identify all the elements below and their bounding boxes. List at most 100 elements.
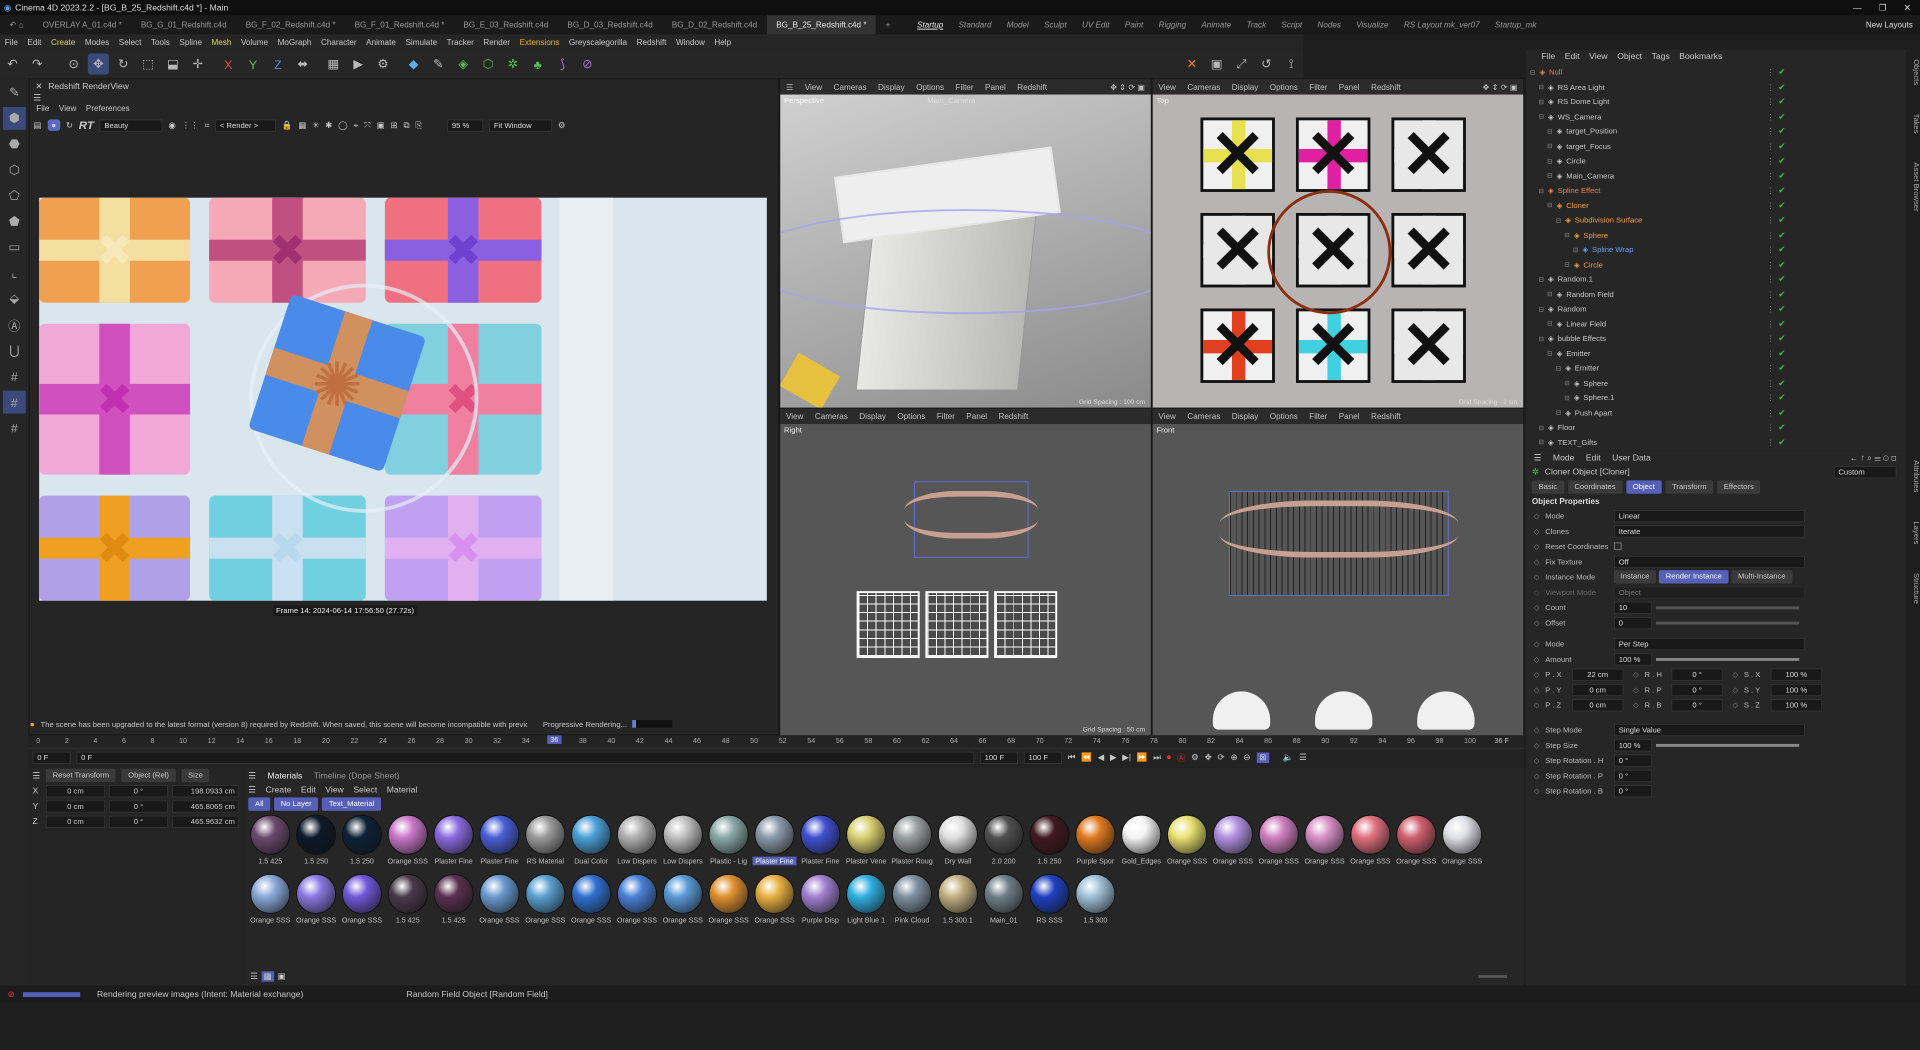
keyframe-settings-icon[interactable]: ⚙ (1191, 752, 1199, 763)
doc-tab[interactable]: BG_D_02_Redshift.c4d (662, 15, 766, 34)
visibility-toggle[interactable]: ⋮ (1767, 305, 1775, 314)
material-swatch[interactable]: Dual Color (569, 814, 613, 872)
layout-tab[interactable]: Startup_mk (1487, 15, 1544, 34)
viewport-menu-item[interactable]: Filter (1304, 79, 1334, 94)
enabled-check-icon[interactable]: ✔ (1778, 111, 1785, 122)
layout-tab[interactable]: Track (1239, 15, 1274, 34)
expand-icon[interactable]: ⊟ (1539, 335, 1545, 343)
menu-item[interactable]: Window (671, 34, 709, 49)
viewport-menu-item[interactable]: Panel (961, 409, 993, 424)
compare-icon[interactable]: ⧉ (403, 120, 409, 131)
expand-icon[interactable]: ⊟ (1539, 305, 1545, 313)
polygons-mode-icon[interactable]: ⬟ (3, 210, 26, 233)
layout-tab[interactable]: Script (1274, 15, 1310, 34)
coords-menu-icon[interactable]: ☰ (32, 770, 40, 781)
transform-field[interactable]: 100 % (1770, 683, 1823, 696)
preset-dropdown[interactable]: Custom (1833, 465, 1897, 478)
attr-tab[interactable]: Effectors (1717, 480, 1761, 494)
coord-size-dropdown[interactable]: Size (181, 768, 210, 783)
expand-icon[interactable]: ⊟ (1564, 394, 1570, 402)
coord-rotation-field[interactable]: 0 ° (108, 799, 169, 813)
doc-tab[interactable]: OVERLAY A_01.c4d * (33, 15, 131, 34)
attr-menu-item[interactable]: Edit (1586, 453, 1601, 463)
viewport-menu-item[interactable]: Panel (1333, 79, 1365, 94)
expand-icon[interactable]: ⊟ (1547, 291, 1553, 299)
next-key-icon[interactable]: ⏩ (1137, 752, 1148, 763)
material-swatch[interactable]: 1.5 425 (386, 873, 430, 931)
points-mode-icon[interactable]: ⬡ (3, 159, 26, 182)
renderview-hamburger-icon[interactable]: ☰ (30, 93, 779, 103)
camera-select-icon[interactable]: ◉ (168, 120, 176, 131)
viewport-menu-item[interactable]: Cameras (809, 409, 853, 424)
material-swatch[interactable]: Plaster Fine (752, 814, 797, 872)
doc-tab[interactable]: BG_F_02_Redshift.c4d * (236, 15, 345, 34)
play-icon[interactable]: ▶ (1110, 752, 1117, 763)
menu-item[interactable]: Select (114, 34, 146, 49)
end-frame[interactable]: 100 F (1023, 751, 1062, 764)
z-axis-icon[interactable]: Z (267, 53, 288, 74)
viewport-menu-item[interactable]: Panel (1333, 409, 1365, 424)
coord-position-field[interactable]: 0 cm (45, 799, 106, 813)
object-row[interactable]: ⊟ ◈ Cloner ⋮ ✔ (1526, 198, 1906, 213)
attr-side-tab[interactable]: Layers (1906, 521, 1920, 544)
object-row[interactable]: ⊟ ◈ Random.1 ⋮ ✔ (1526, 272, 1906, 287)
viewport-menu-item[interactable]: Display (1226, 409, 1264, 424)
viewport-nav-icons[interactable]: ✥ ⇕ ⟳ ▣ (1104, 79, 1150, 94)
object-row[interactable]: ⊟ ◈ Sphere ⋮ ✔ (1526, 376, 1906, 391)
cube-icon[interactable]: ◆ (403, 53, 424, 74)
material-swatch[interactable]: RS SSS (1028, 873, 1072, 931)
viewport-menu-item[interactable]: View (1153, 79, 1182, 94)
material-swatch[interactable]: Plastic - Lig (707, 814, 751, 872)
viewport-menu-item[interactable]: Filter (1304, 409, 1334, 424)
objects-menu-item[interactable]: Object (1617, 52, 1642, 62)
save-image-icon[interactable]: ▤ (33, 120, 41, 131)
timeline-settings-icon[interactable]: ☰ (1299, 752, 1307, 763)
enabled-check-icon[interactable]: ✔ (1778, 126, 1785, 137)
instance-mode-option[interactable]: Render Instance (1659, 570, 1729, 584)
viewport-menu-item[interactable]: Display (872, 79, 910, 94)
object-row[interactable]: ⊟ ◈ Null ⋮ ✔ (1526, 65, 1906, 80)
axis-icon[interactable]: ✛ (187, 53, 208, 74)
menu-item[interactable]: Modes (80, 34, 114, 49)
grid-overlay-icon[interactable]: ⋮⋮ (182, 120, 199, 131)
tweak-icon[interactable]: Ⓐ (3, 313, 26, 336)
material-swatch[interactable]: Plaster Vene (844, 814, 888, 872)
menu-item[interactable]: Character (316, 34, 361, 49)
doc-tab[interactable]: BG_D_03_Redshift.c4d (558, 15, 662, 34)
attr-side-tab[interactable]: Structure (1906, 573, 1920, 604)
front-view[interactable]: Front (1152, 424, 1524, 736)
visibility-toggle[interactable]: ⋮ (1767, 186, 1775, 195)
side-tab[interactable]: Asset Browser (1906, 162, 1920, 211)
visibility-toggle[interactable]: ⋮ (1767, 172, 1775, 181)
transform-field[interactable]: 100 % (1770, 698, 1823, 711)
move-icon[interactable]: ✥ (87, 53, 109, 75)
undo-view-icon[interactable]: ↺ (1256, 53, 1277, 74)
scale-key-icon[interactable]: ⊕ (1230, 752, 1237, 763)
fix-texture-field[interactable]: Off (1613, 555, 1805, 568)
object-row[interactable]: ⊟ ◈ Floor ⋮ ✔ (1526, 420, 1906, 435)
menu-item[interactable]: Extensions (515, 34, 564, 49)
material-filter[interactable]: No Layer (273, 797, 319, 811)
end-field[interactable]: 100 F (979, 751, 1019, 764)
rotate-icon[interactable]: ↻ (113, 53, 134, 74)
renderview-menu-item[interactable]: File (32, 100, 55, 115)
refresh-icon[interactable]: ↻ (66, 120, 73, 131)
enabled-check-icon[interactable]: ✔ (1778, 200, 1785, 211)
menu-item[interactable]: File (0, 34, 23, 49)
reset-coordinates-checkbox[interactable] (1613, 542, 1622, 551)
material-filter[interactable]: Text_Material (322, 797, 381, 811)
x-axis-icon[interactable]: X (218, 53, 239, 74)
visibility-toggle[interactable]: ⋮ (1767, 68, 1775, 77)
pen-icon[interactable]: ✎ (428, 53, 449, 74)
visibility-toggle[interactable]: ⋮ (1767, 127, 1775, 136)
model-mode-icon[interactable]: ✎ (3, 81, 26, 104)
mode-field[interactable]: Linear (1613, 509, 1805, 522)
enabled-check-icon[interactable]: ✔ (1778, 97, 1785, 108)
visibility-toggle[interactable]: ⋮ (1767, 112, 1775, 121)
param-key-icon[interactable]: ⊖ (1243, 752, 1250, 763)
expand-icon[interactable]: ⊟ (1556, 409, 1562, 417)
reset-transform-button[interactable]: Reset Transform (45, 768, 116, 783)
extrude-icon[interactable]: ⬡ (478, 53, 499, 74)
viewport-right[interactable]: View Cameras Display Options Filter Panel Reds… (779, 407, 1152, 736)
visibility-toggle[interactable]: ⋮ (1767, 83, 1775, 92)
